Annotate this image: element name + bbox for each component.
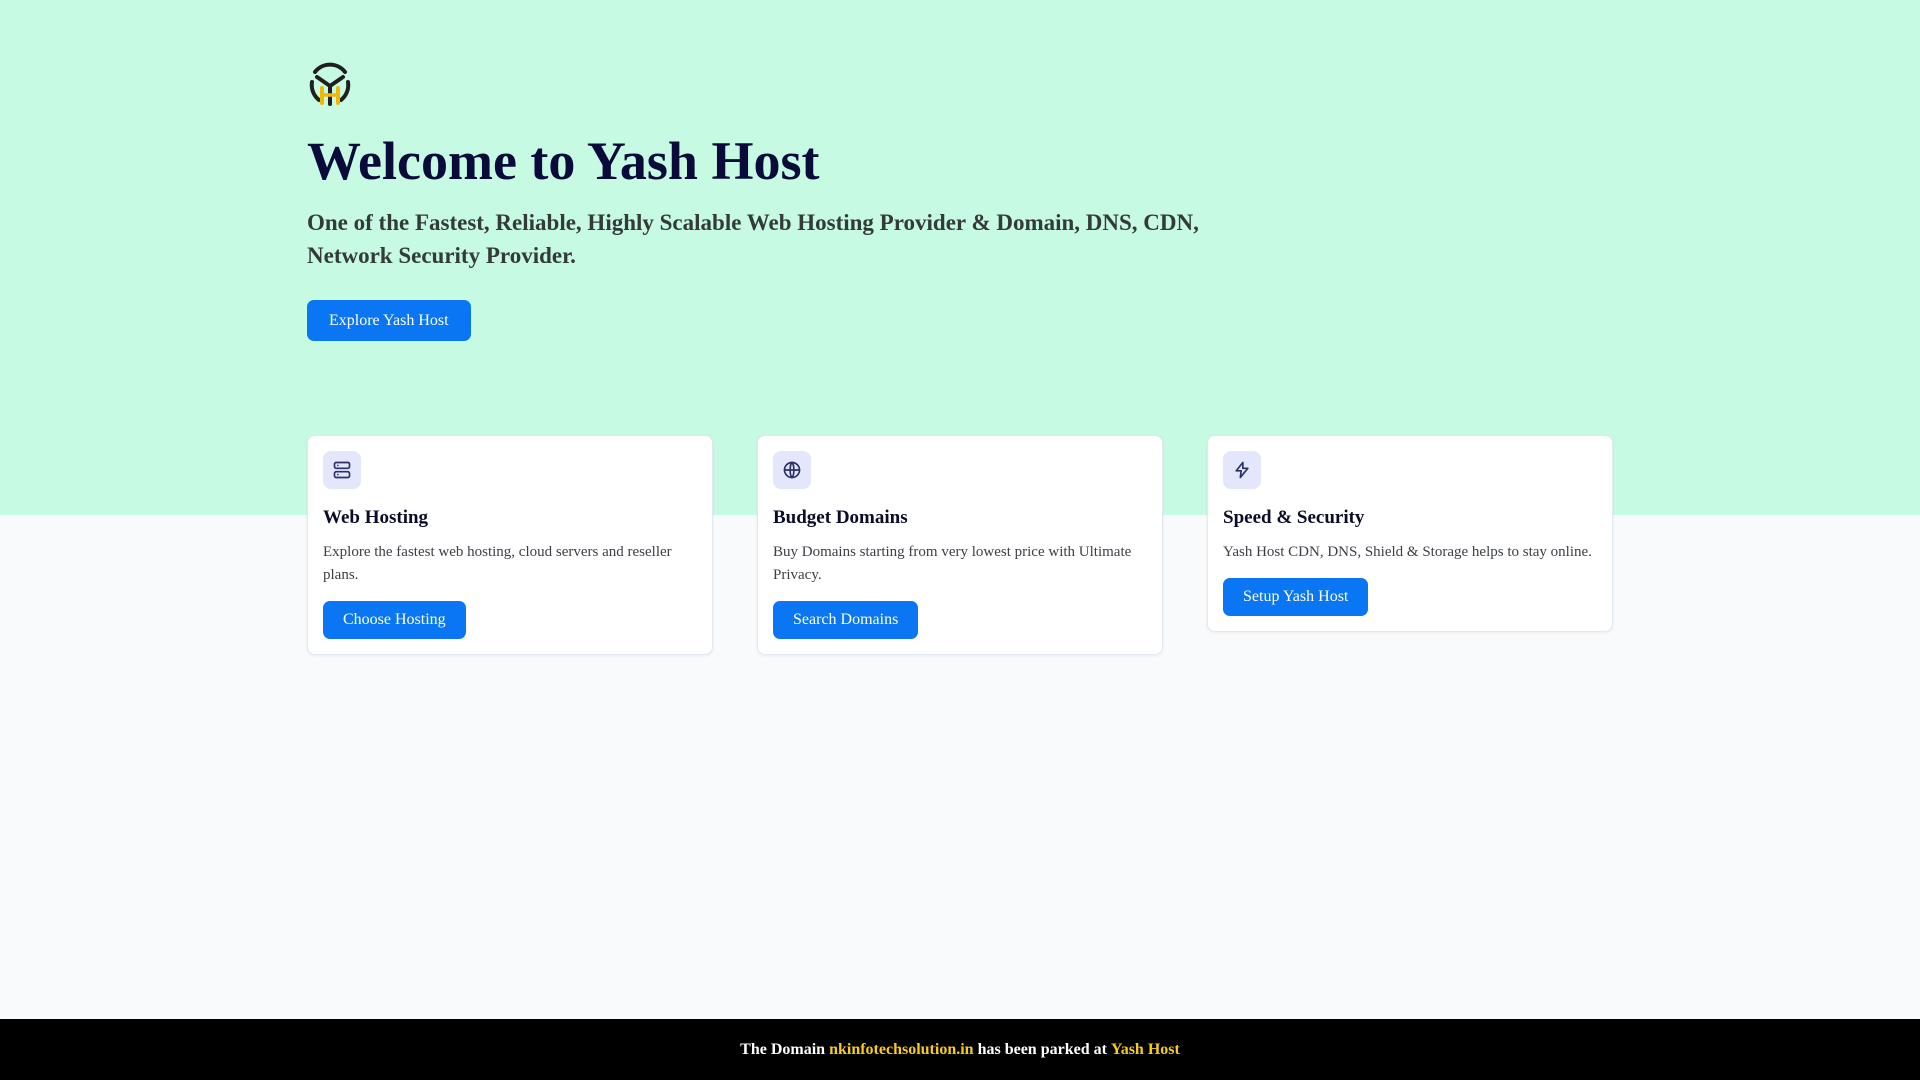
server-icon [323, 451, 361, 489]
yash-host-logo-icon[interactable] [307, 60, 353, 106]
card-speed-security: Speed & Security Yash Host CDN, DNS, Shi… [1207, 435, 1613, 632]
hero-content: Welcome to Yash Host One of the Fastest,… [307, 60, 1307, 341]
globe-icon [773, 451, 811, 489]
footer-prefix: The Domain [740, 1040, 826, 1058]
choose-hosting-button[interactable]: Choose Hosting [323, 601, 466, 639]
setup-yash-host-button[interactable]: Setup Yash Host [1223, 578, 1369, 616]
footer-banner: The Domain nkinfotechsolution.in has bee… [0, 1019, 1920, 1080]
search-domains-button[interactable]: Search Domains [773, 601, 919, 639]
card-title: Web Hosting [323, 507, 429, 528]
explore-yash-host-button[interactable]: Explore Yash Host [307, 300, 471, 341]
footer-middle: has been parked at [977, 1040, 1107, 1058]
page-title: Welcome to Yash Host [307, 131, 820, 191]
card-title: Speed & Security [1223, 507, 1365, 528]
lightning-icon [1223, 451, 1261, 489]
card-description: Explore the fastest web hosting, cloud s… [323, 544, 672, 583]
footer-brand-link[interactable]: Yash Host [1111, 1041, 1180, 1059]
card-title: Budget Domains [773, 507, 908, 528]
card-web-hosting: Web Hosting Explore the fastest web host… [307, 435, 713, 655]
feature-cards: Web Hosting Explore the fastest web host… [307, 435, 1613, 655]
card-budget-domains: Budget Domains Buy Domains starting from… [757, 435, 1163, 655]
footer-domain: nkinfotechsolution.in [829, 1040, 974, 1058]
card-description: Buy Domains starting from very lowest pr… [773, 544, 1132, 583]
hero-subtitle: One of the Fastest, Reliable, Highly Sca… [307, 210, 1199, 268]
card-description: Yash Host CDN, DNS, Shield & Storage hel… [1223, 544, 1592, 560]
